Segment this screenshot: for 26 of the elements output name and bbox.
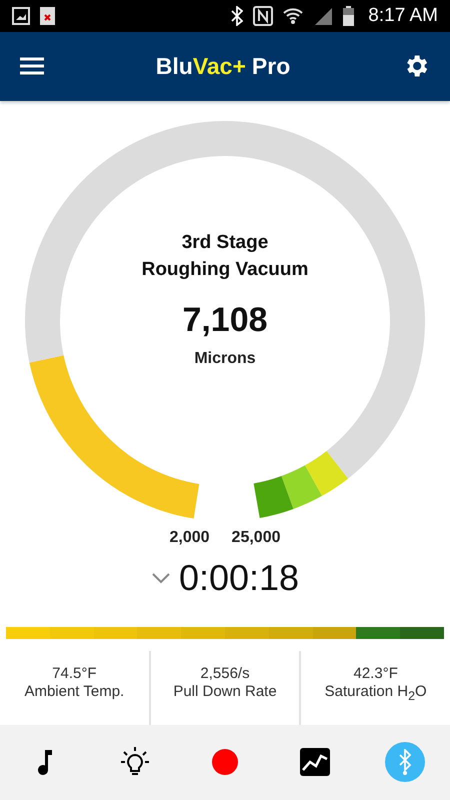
vacuum-reading: 7,108 [182, 300, 268, 340]
stat-label: Pull Down Rate [173, 682, 277, 701]
wifi-icon [283, 6, 304, 25]
elapsed-time: 0:00:18 [178, 556, 300, 599]
stat-value: 74.5°F [52, 664, 97, 683]
bluetooth-icon [397, 749, 413, 776]
file-error-icon [40, 6, 55, 25]
expand-button[interactable] [150, 570, 171, 585]
clock-time: 8:17 AM [368, 4, 438, 27]
low-threshold-label: 2,000 [170, 528, 210, 547]
unit-label: Microns [194, 350, 256, 368]
menu-button[interactable] [20, 56, 44, 76]
record-icon [212, 749, 238, 776]
stat-value: 2,556/s [200, 664, 250, 683]
stat-value: 42.3°F [354, 664, 398, 683]
bluetooth-status-icon [231, 6, 244, 26]
stage-label: 3rd Stage Roughing Vacuum [142, 230, 308, 282]
line-chart-icon [300, 748, 330, 776]
stat-label: Saturation H$_{2}$O [324, 682, 427, 705]
image-notification-icon [12, 6, 30, 25]
signal-icon [313, 6, 334, 25]
nfc-icon [253, 6, 274, 26]
app-title: BluVac+ Pro [156, 52, 290, 80]
stat-label: Ambient Temp. [24, 682, 124, 701]
high-threshold-label: 25,000 [232, 528, 280, 547]
battery-icon [343, 6, 354, 26]
